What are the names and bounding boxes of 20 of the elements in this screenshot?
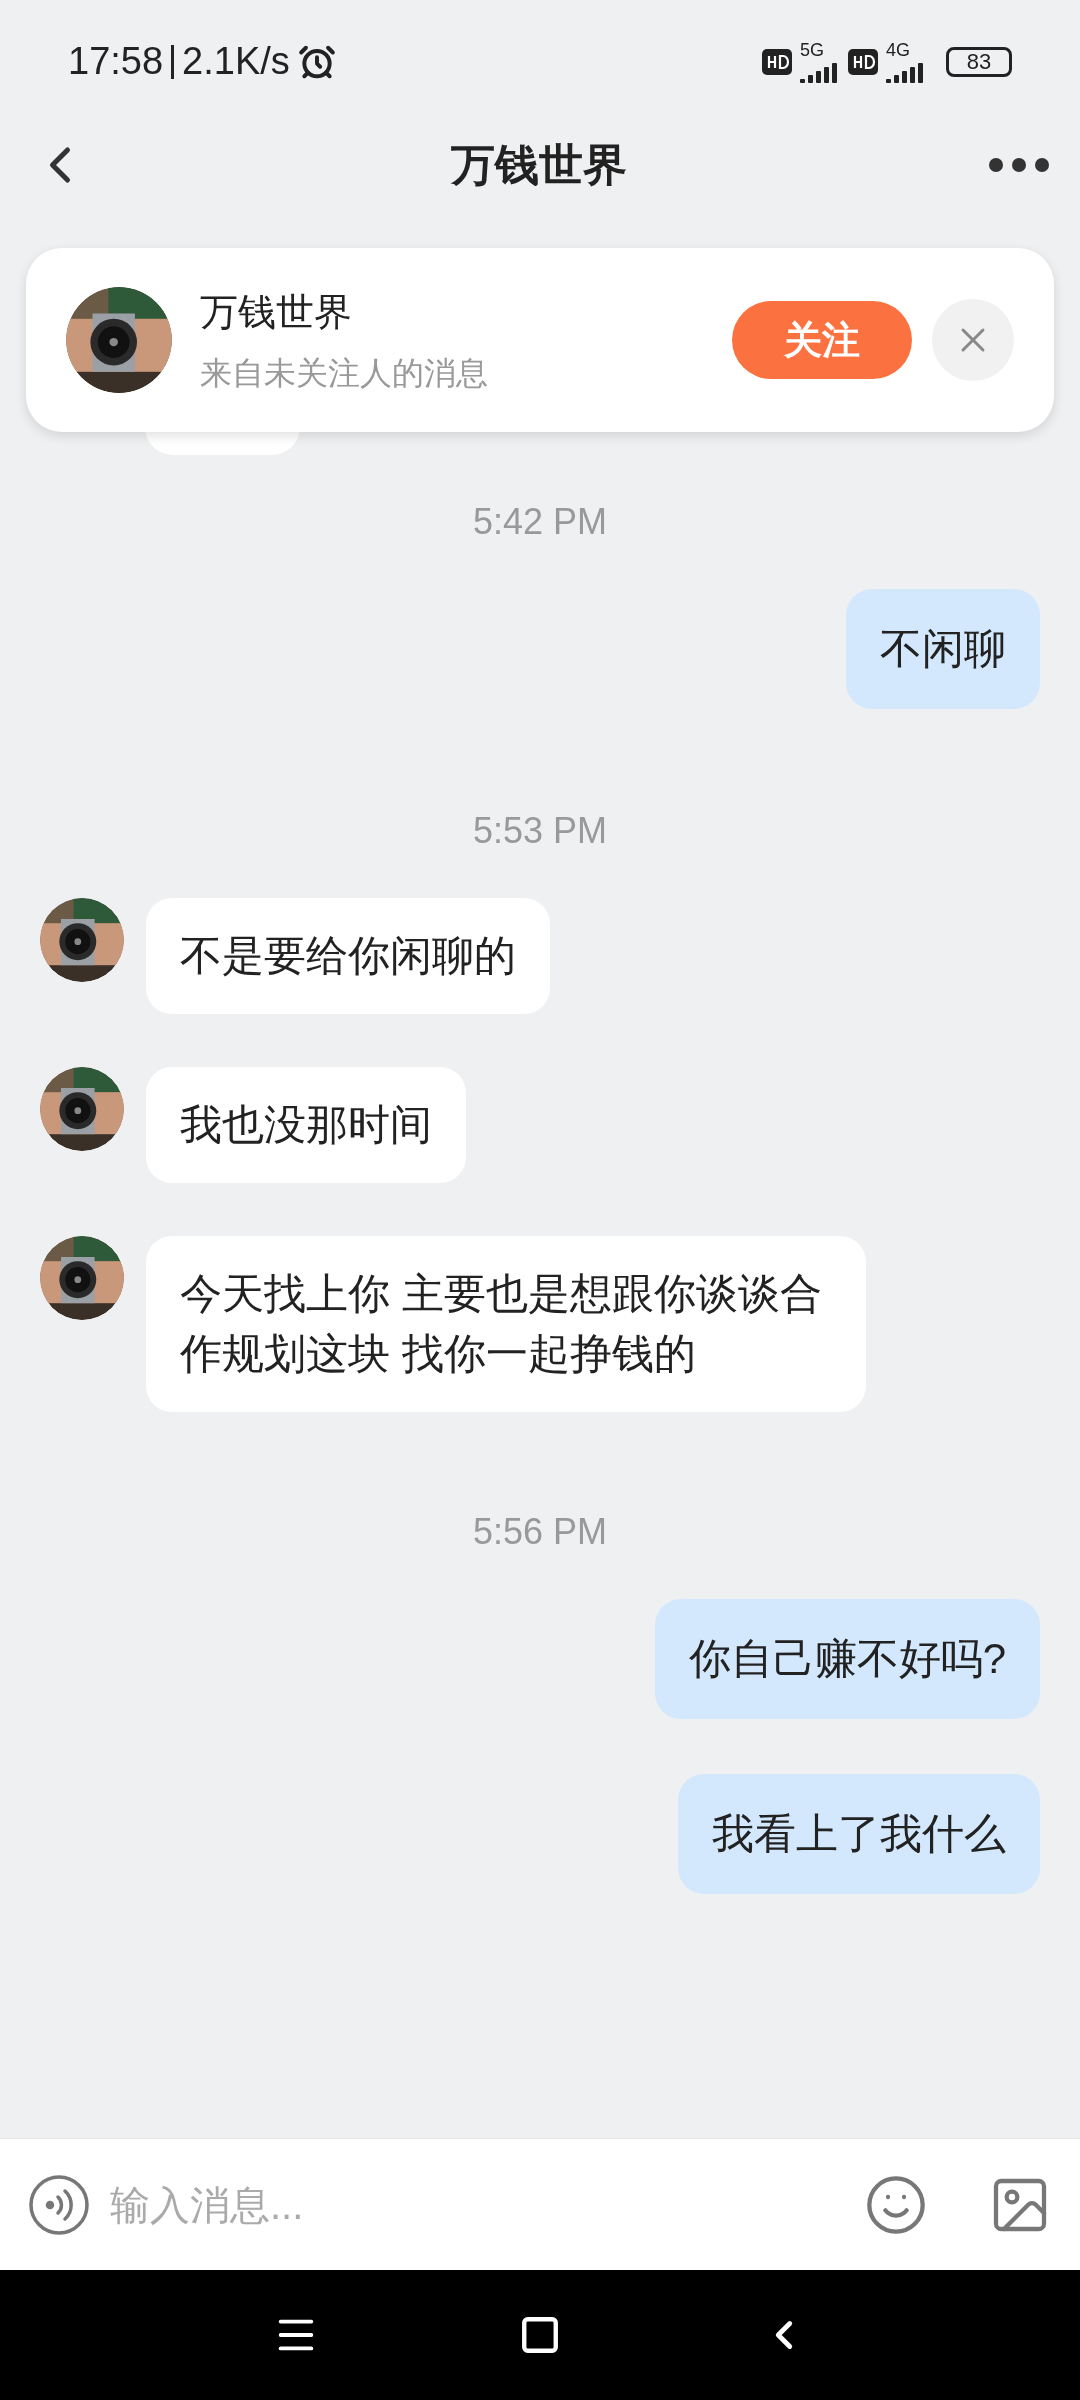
message-bubble: 不是要给你闲聊的	[146, 898, 550, 1014]
input-bar[interactable]: 输入消息...	[0, 2138, 1080, 2270]
battery-icon: 83	[946, 46, 1012, 77]
banner-subtitle: 来自未关注人的消息	[200, 353, 489, 393]
timestamp: 5:42 PM	[472, 500, 608, 544]
chat-title: 万钱世界	[451, 139, 627, 191]
message-bubble: 今天找上你 主要也是想跟你谈谈合作规划这块 找你一起挣钱的	[146, 1236, 866, 1412]
message-bubble: 我也没那时间	[146, 1067, 466, 1183]
network-speed: 2.1K/s	[182, 39, 290, 84]
follow-button[interactable]: 关注	[732, 301, 912, 379]
network-label: 4G	[886, 40, 910, 59]
message-input[interactable]: 输入消息...	[110, 2174, 844, 2235]
network-label: 5G	[800, 40, 824, 59]
timestamp: 5:56 PM	[472, 1510, 608, 1554]
timestamp: 5:53 PM	[472, 809, 608, 853]
status-time: 17:58	[68, 39, 164, 84]
message-bubble: 我看上了我什么	[678, 1774, 1040, 1894]
sender-name: 万钱世界	[200, 289, 353, 335]
message-bubble: 你自己赚不好吗?	[654, 1599, 1040, 1719]
message-bubble: 不闲聊	[846, 589, 1040, 709]
